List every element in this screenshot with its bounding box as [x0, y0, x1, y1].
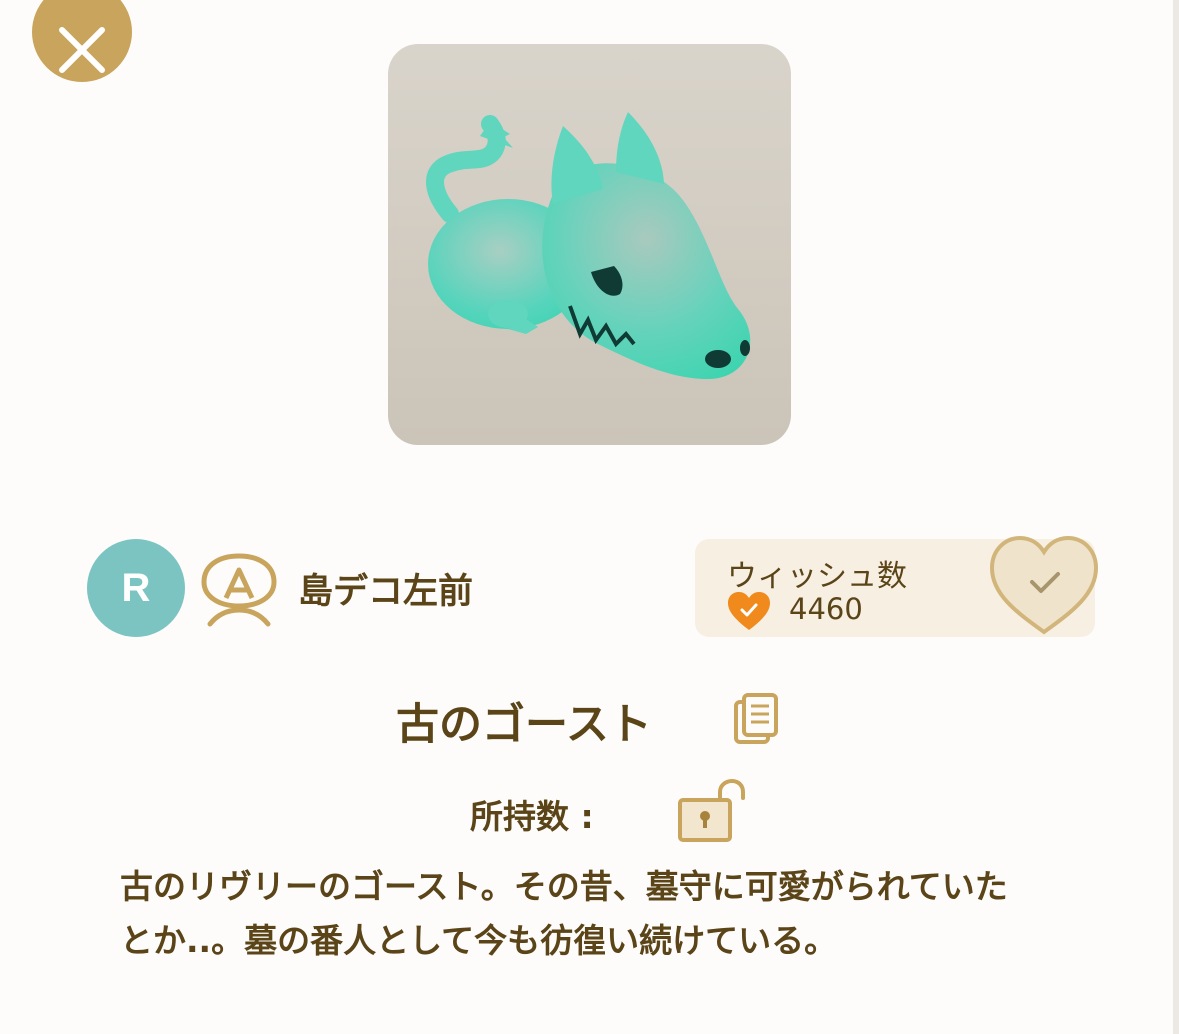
wish-button[interactable]	[988, 534, 1100, 636]
close-icon	[59, 27, 105, 73]
creator-avatar-letter: R	[121, 565, 151, 610]
scroll-edge	[1173, 0, 1179, 1034]
close-button[interactable]	[32, 0, 132, 82]
item-detail-page: R 島デコ左前 ウィッシュ数 4460 古のゴースト 所持数 : 古のリヴリーの…	[0, 0, 1179, 1034]
creator-name[interactable]: 島デコ左前	[298, 563, 473, 614]
item-title: 古のゴースト	[396, 700, 652, 750]
item-description: 古のリヴリーのゴースト。その昔、墓守に可愛がられていたとか..。墓の番人として今…	[120, 867, 1008, 960]
wish-count-value: 4460	[789, 592, 863, 626]
wish-count-label: ウィッシュ数	[727, 559, 907, 594]
heart-check-icon	[728, 592, 770, 630]
copy-icon[interactable]	[733, 692, 779, 746]
item-image	[388, 44, 791, 445]
creator-avatar[interactable]: R	[87, 539, 185, 637]
owned-count-label: 所持数 :	[470, 797, 594, 836]
creator-badge-icon	[201, 553, 277, 627]
ghost-creature-illustration	[426, 112, 751, 379]
unlocked-padlock-icon[interactable]	[676, 778, 746, 842]
